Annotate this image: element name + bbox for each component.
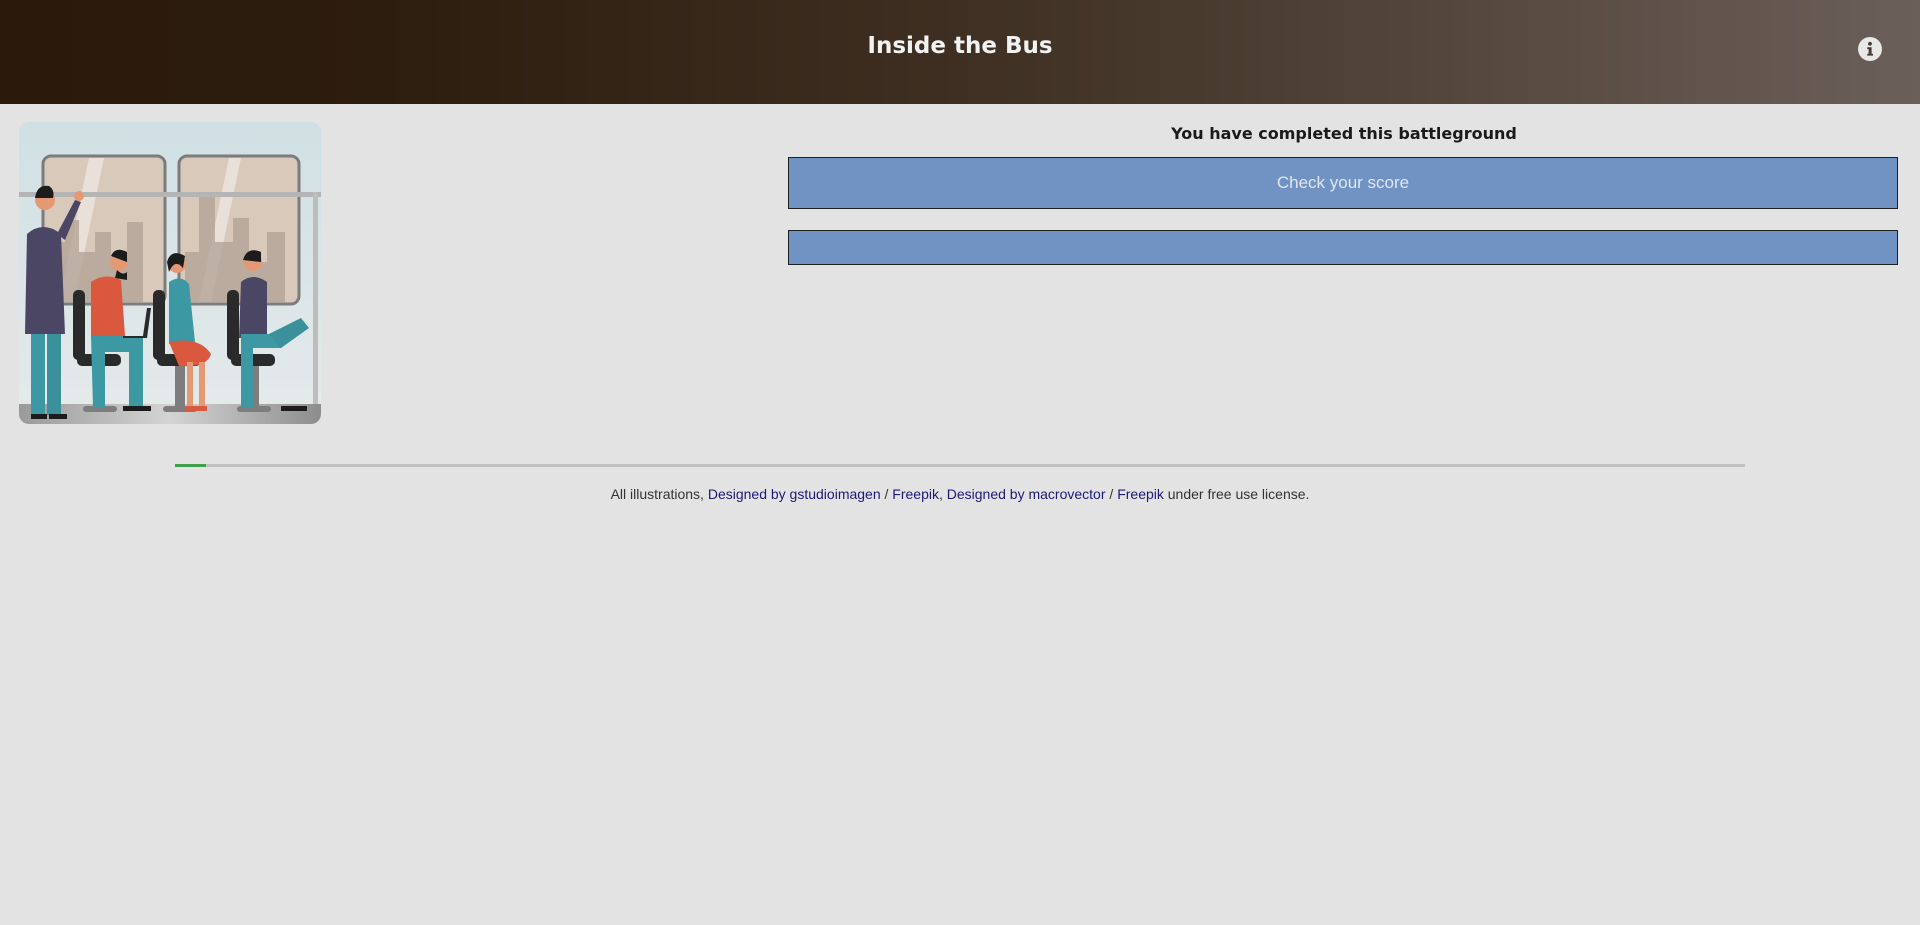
freepik-link-1[interactable]: Freepik <box>892 486 939 502</box>
bus-passengers-illustration <box>19 122 321 424</box>
credits-prefix: All illustrations, <box>610 486 708 502</box>
progress-bar-fill <box>175 464 207 467</box>
gstudioimagen-link[interactable]: Designed by gstudioimagen <box>708 486 881 502</box>
completion-status: You have completed this battleground <box>1171 124 1517 143</box>
progress-bar <box>175 464 1745 467</box>
page-title: Inside the Bus <box>867 33 1053 59</box>
credits-separator-2: / <box>1105 486 1118 502</box>
credits-comma: , <box>938 486 947 502</box>
macrovector-link[interactable]: Designed by macrovector <box>947 486 1106 502</box>
illustration-credits: All illustrations, Designed by gstudioim… <box>0 486 1920 502</box>
credits-separator: / <box>880 486 893 502</box>
top-header: Inside the Bus <box>0 0 1920 104</box>
credits-suffix: under free use license. <box>1163 486 1310 502</box>
info-icon[interactable] <box>1858 37 1882 61</box>
secondary-button[interactable] <box>788 230 1898 265</box>
freepik-link-2[interactable]: Freepik <box>1117 486 1164 502</box>
check-score-button[interactable]: Check your score <box>788 157 1898 209</box>
